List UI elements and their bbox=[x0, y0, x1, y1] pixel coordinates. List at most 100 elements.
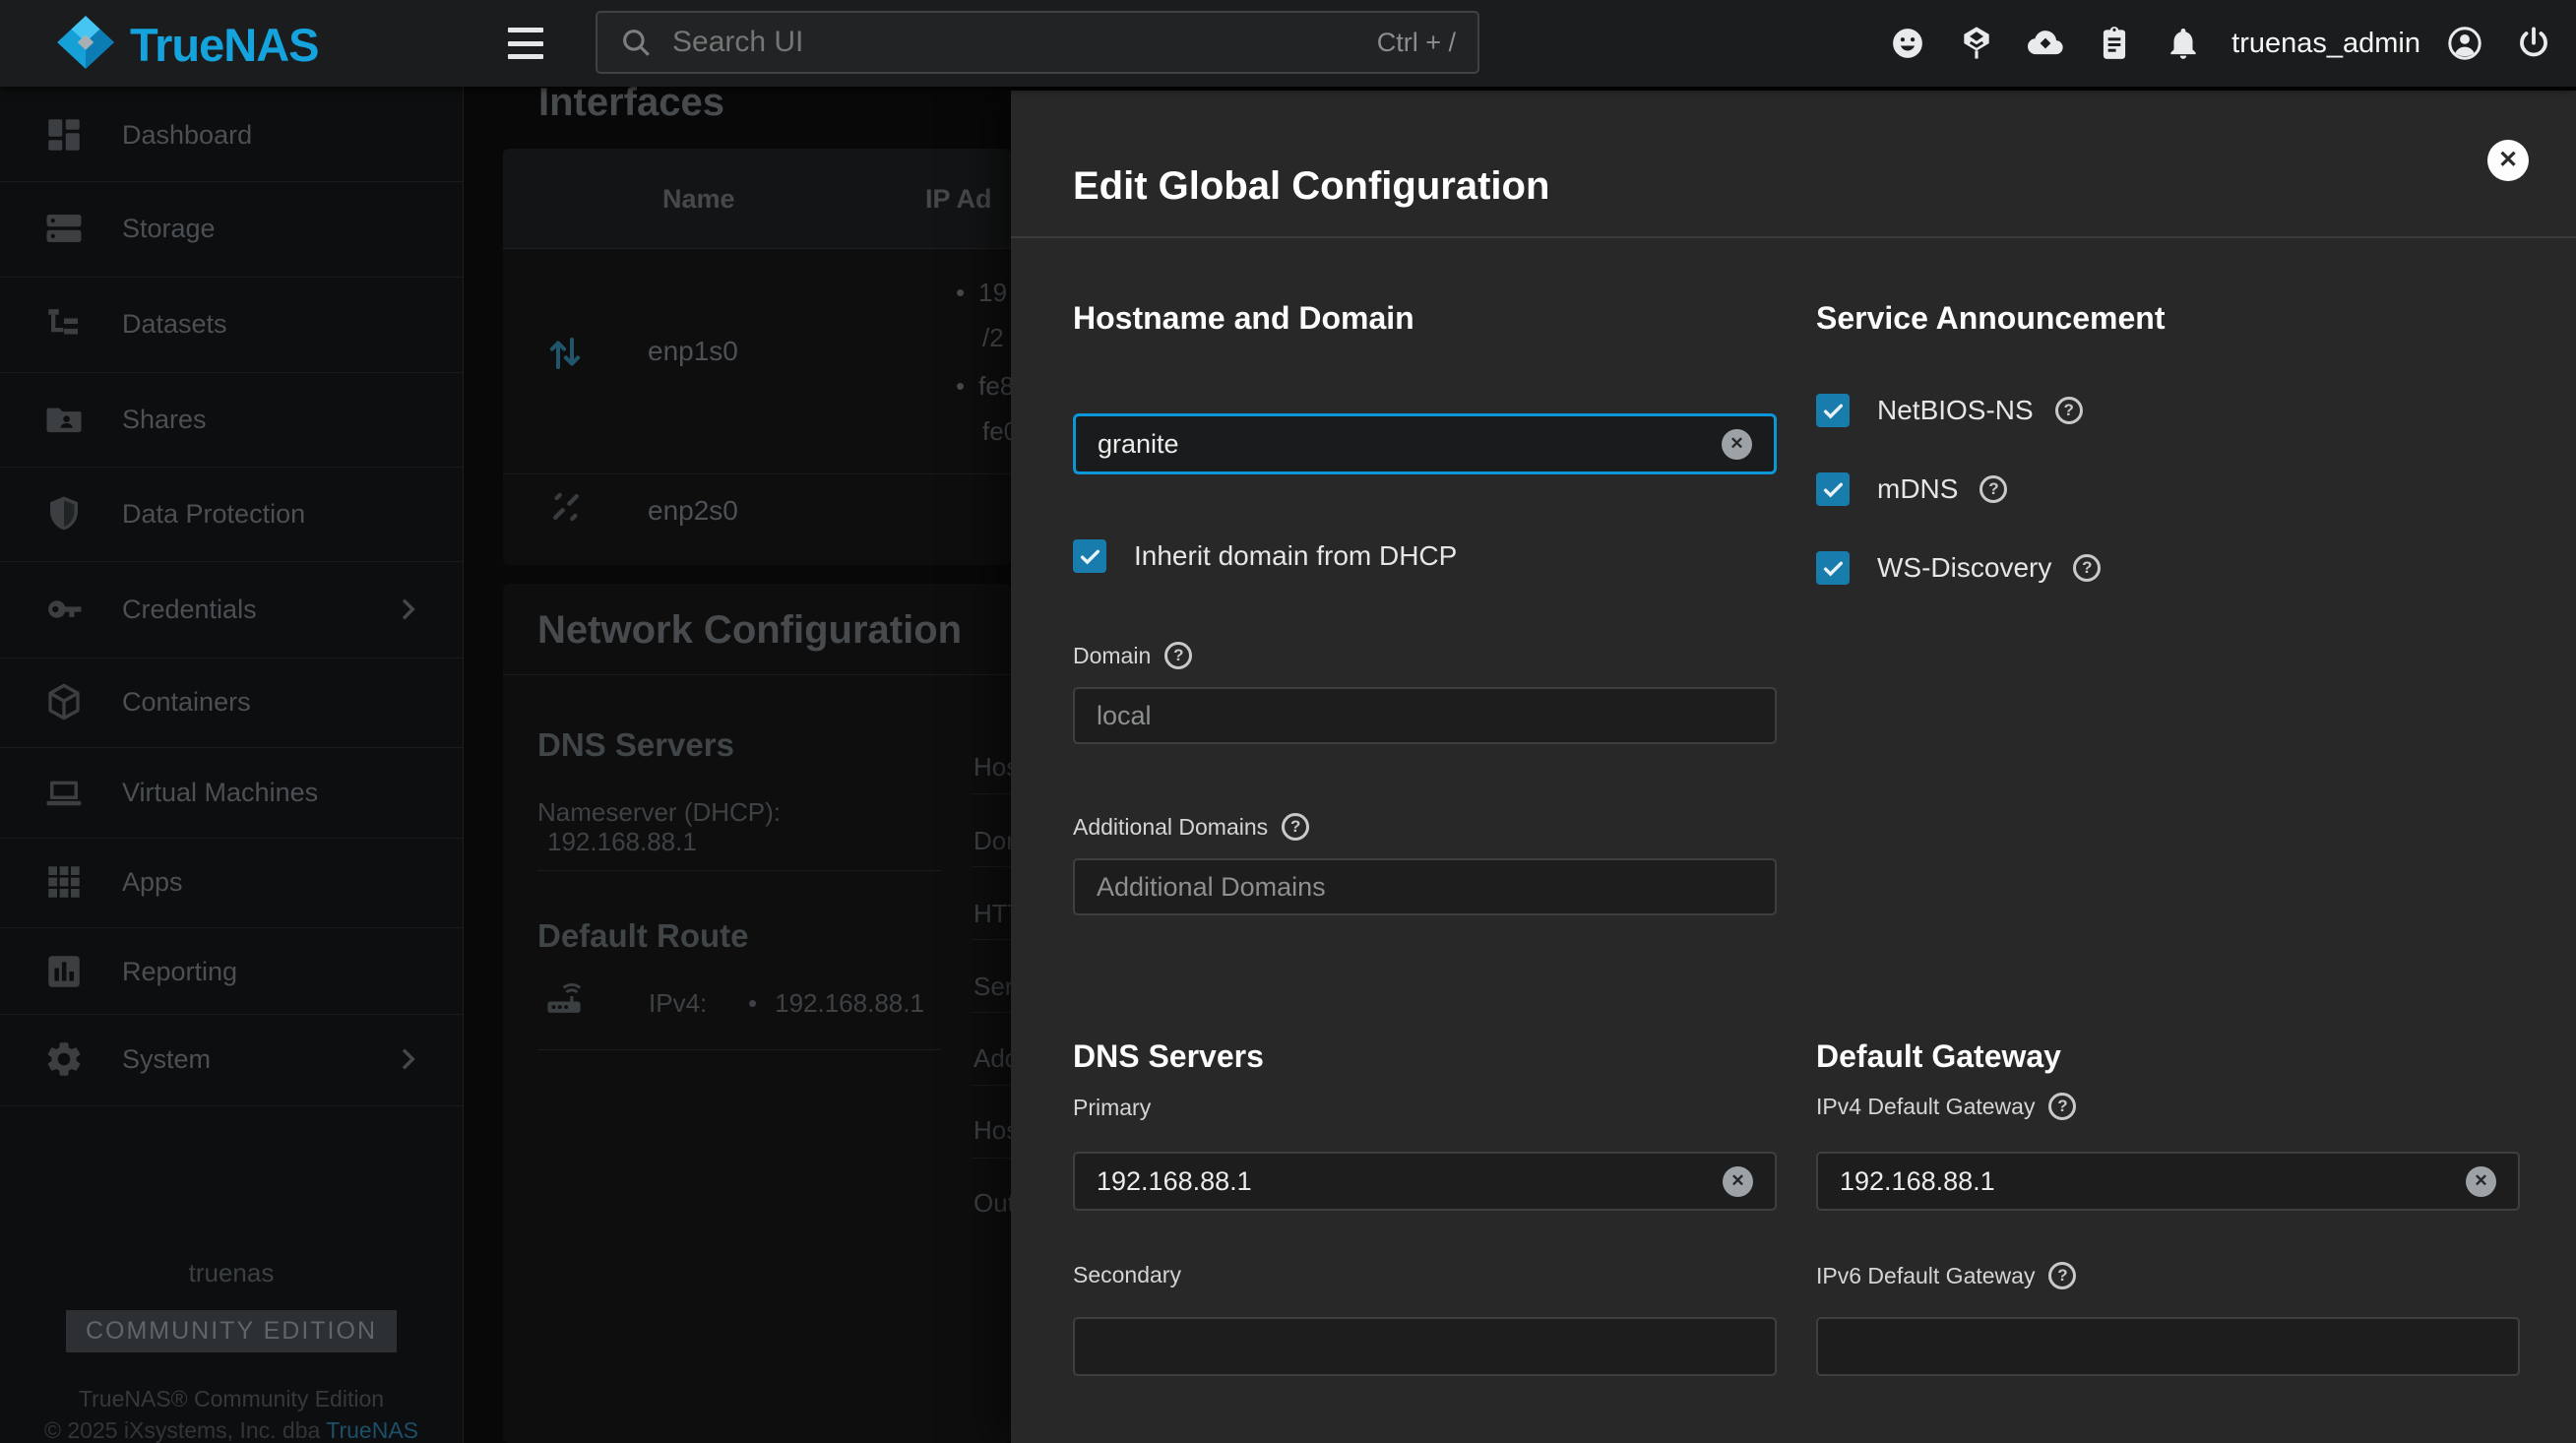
sidebar-item-apps[interactable]: Apps bbox=[0, 847, 463, 916]
ipv6-gateway-field bbox=[1816, 1317, 2520, 1376]
cube-icon bbox=[43, 681, 85, 722]
hostname-field bbox=[1073, 413, 1777, 474]
additional-domains-input[interactable] bbox=[1097, 872, 1753, 903]
primary-dns-field bbox=[1073, 1152, 1777, 1211]
domain-field bbox=[1073, 687, 1777, 744]
truenas-logo[interactable]: TrueNAS bbox=[55, 14, 319, 76]
clear-primary-dns-icon[interactable] bbox=[1723, 1166, 1753, 1197]
sidebar-item-containers[interactable]: Containers bbox=[0, 667, 463, 736]
divider bbox=[0, 1105, 463, 1106]
clipped-divider bbox=[972, 793, 1011, 794]
footer-badge-wrap: COMMUNITY EDITION bbox=[0, 1310, 463, 1352]
footer-edition-line: TrueNAS® Community Edition bbox=[0, 1386, 463, 1412]
additional-domains-label-row: Additional Domains bbox=[1073, 813, 1309, 841]
laptop-icon bbox=[43, 772, 85, 813]
power-icon[interactable] bbox=[2499, 0, 2568, 87]
datasets-icon bbox=[43, 303, 85, 345]
clear-ipv4-gateway-icon[interactable] bbox=[2466, 1166, 2496, 1197]
truenas-logo-mark-icon bbox=[55, 14, 116, 76]
cloud-sync-icon[interactable] bbox=[2011, 0, 2080, 87]
ipv6-gateway-input[interactable] bbox=[1840, 1332, 2496, 1362]
ip-address-line: fe8 bbox=[956, 371, 1011, 402]
netbios-checkbox-row[interactable]: NetBIOS-NS bbox=[1816, 394, 2083, 427]
section-divider bbox=[537, 870, 941, 871]
divider bbox=[0, 561, 463, 562]
close-icon: ✕ bbox=[2498, 146, 2518, 174]
router-icon bbox=[543, 977, 585, 1019]
ipv4-gateway-input[interactable] bbox=[1840, 1166, 2466, 1197]
mdns-checkbox-row[interactable]: mDNS bbox=[1816, 472, 2007, 506]
search-input[interactable] bbox=[670, 25, 1377, 60]
sidebar-item-storage[interactable]: Storage bbox=[0, 194, 463, 263]
help-icon[interactable] bbox=[1979, 475, 2007, 503]
feedback-smiley-icon[interactable] bbox=[1873, 0, 1942, 87]
primary-dns-input[interactable] bbox=[1097, 1166, 1723, 1197]
bar-chart-icon bbox=[43, 951, 85, 992]
hostname-input[interactable] bbox=[1098, 429, 1722, 460]
help-icon[interactable] bbox=[2048, 1093, 2076, 1120]
ip-address-line: 19 bbox=[956, 278, 1007, 308]
ipv4-route-label: IPv4: bbox=[649, 988, 707, 1019]
ws-discovery-checkbox-row[interactable]: WS-Discovery bbox=[1816, 551, 2101, 585]
divider bbox=[0, 181, 463, 182]
account-avatar-icon[interactable] bbox=[2430, 0, 2499, 87]
dns-servers-subheading: DNS Servers bbox=[537, 726, 734, 764]
checkbox-checked-icon[interactable] bbox=[1816, 472, 1850, 506]
secondary-dns-input[interactable] bbox=[1097, 1332, 1753, 1362]
search-bar[interactable]: Ctrl + / bbox=[596, 11, 1479, 74]
inherit-domain-checkbox-row[interactable]: Inherit domain from DHCP bbox=[1073, 539, 1478, 573]
notifications-bell-icon[interactable] bbox=[2149, 0, 2218, 87]
help-icon[interactable] bbox=[2055, 397, 2083, 424]
column-header-name: Name bbox=[662, 184, 735, 215]
clipped-label: Add bbox=[974, 1043, 1011, 1074]
close-button[interactable]: ✕ bbox=[2487, 140, 2529, 181]
top-bar: TrueNAS Ctrl + / bbox=[0, 0, 2576, 87]
truecommand-icon[interactable] bbox=[1942, 0, 2011, 87]
checkbox-checked-icon[interactable] bbox=[1816, 551, 1850, 585]
help-icon[interactable] bbox=[2073, 554, 2101, 582]
sidebar-item-system[interactable]: System bbox=[0, 1025, 463, 1094]
help-icon[interactable] bbox=[2048, 1262, 2076, 1289]
clipped-label: HTT bbox=[974, 899, 1011, 929]
nameserver-label: Nameserver (DHCP): bbox=[537, 797, 781, 828]
divider bbox=[0, 658, 463, 659]
help-icon[interactable] bbox=[1282, 813, 1309, 841]
primary-dns-label-row: Primary bbox=[1073, 1095, 1151, 1121]
footer-hostname: truenas bbox=[0, 1258, 463, 1288]
clear-hostname-icon[interactable] bbox=[1722, 429, 1752, 460]
sidebar: Dashboard Storage Datasets Shares Data P… bbox=[0, 87, 464, 1443]
sidebar-item-reporting[interactable]: Reporting bbox=[0, 937, 463, 1006]
sidebar-item-credentials[interactable]: Credentials bbox=[0, 575, 463, 644]
jobs-clipboard-icon[interactable] bbox=[2080, 0, 2149, 87]
ip-address-line: fe0 bbox=[982, 416, 1011, 447]
topbar-actions: truenas_admin bbox=[1873, 0, 2576, 87]
apps-grid-icon bbox=[43, 861, 85, 903]
domain-input[interactable] bbox=[1097, 701, 1753, 731]
column-header-ip: IP Ad bbox=[925, 184, 992, 215]
truenas-link[interactable]: TrueNAS bbox=[326, 1417, 418, 1443]
netbios-label: NetBIOS-NS bbox=[1877, 395, 2034, 426]
search-shortcut-hint: Ctrl + / bbox=[1377, 28, 1456, 58]
clipped-label: Hos bbox=[974, 752, 1011, 783]
dashboard-icon bbox=[43, 114, 85, 156]
help-icon[interactable] bbox=[1164, 642, 1192, 669]
sidebar-item-dashboard[interactable]: Dashboard bbox=[0, 100, 463, 169]
interfaces-title: Interfaces bbox=[538, 81, 724, 125]
section-default-gateway: Default Gateway bbox=[1816, 1038, 2061, 1075]
default-route-subheading: Default Route bbox=[537, 917, 749, 955]
checkbox-checked-icon[interactable] bbox=[1073, 539, 1106, 573]
ipv4-gateway-label: IPv4 Default Gateway bbox=[1816, 1094, 2035, 1120]
clipped-divider bbox=[972, 1085, 1011, 1086]
menu-toggle-button[interactable] bbox=[508, 28, 543, 59]
checkbox-checked-icon[interactable] bbox=[1816, 394, 1850, 427]
row-divider bbox=[503, 473, 1011, 474]
search-icon bbox=[619, 26, 653, 59]
clipped-divider bbox=[972, 939, 1011, 940]
sidebar-item-data-protection[interactable]: Data Protection bbox=[0, 479, 463, 548]
sidebar-item-virtual-machines[interactable]: Virtual Machines bbox=[0, 758, 463, 827]
inherit-domain-label: Inherit domain from DHCP bbox=[1134, 540, 1457, 572]
sidebar-item-shares[interactable]: Shares bbox=[0, 385, 463, 454]
divider bbox=[0, 277, 463, 278]
ipv6-gateway-label-row: IPv6 Default Gateway bbox=[1816, 1262, 2076, 1289]
sidebar-item-datasets[interactable]: Datasets bbox=[0, 289, 463, 358]
